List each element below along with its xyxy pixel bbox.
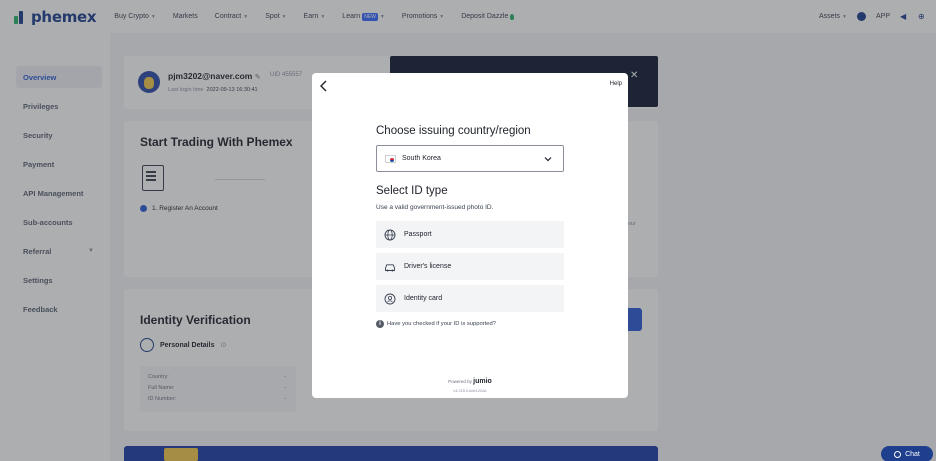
- chat-button[interactable]: Chat: [881, 446, 933, 461]
- id-option-label: Driver's license: [404, 263, 452, 270]
- id-type-title: Select ID type: [376, 185, 448, 197]
- car-icon: [385, 263, 395, 271]
- id-option-label: Identity card: [404, 295, 443, 302]
- id-option-drivers-license[interactable]: Driver's license: [376, 253, 564, 280]
- info-icon: i: [376, 320, 384, 328]
- powered-by-label: Powered by: [448, 379, 472, 384]
- back-arrow-icon[interactable]: [319, 80, 329, 92]
- id-option-passport[interactable]: Passport: [376, 221, 564, 248]
- id-type-subtitle: Use a valid government-issued photo ID.: [376, 204, 494, 211]
- help-link[interactable]: Help: [610, 81, 622, 87]
- check-note-text: Have you checked if your ID is supported…: [387, 321, 496, 327]
- chat-label: Chat: [905, 450, 920, 458]
- jumio-logo: jumio: [473, 378, 492, 385]
- powered-by: Powered by jumio: [312, 378, 628, 385]
- country-select-value: South Korea: [402, 155, 441, 162]
- chevron-down-icon: [544, 157, 552, 162]
- globe-icon: [384, 229, 396, 240]
- id-supported-link[interactable]: i Have you checked if your ID is supporte…: [376, 320, 496, 328]
- id-card-icon: [384, 293, 396, 304]
- id-option-identity-card[interactable]: Identity card: [376, 285, 564, 312]
- south-korea-flag-icon: [385, 154, 396, 163]
- id-verification-modal: Help Choose issuing country/region South…: [312, 73, 628, 398]
- country-title: Choose issuing country/region: [376, 125, 531, 137]
- chat-bubble-icon: [894, 450, 902, 458]
- version-text: v4.215.0-6de1224A: [453, 389, 487, 393]
- id-option-label: Passport: [404, 231, 432, 238]
- country-select[interactable]: South Korea: [376, 145, 564, 172]
